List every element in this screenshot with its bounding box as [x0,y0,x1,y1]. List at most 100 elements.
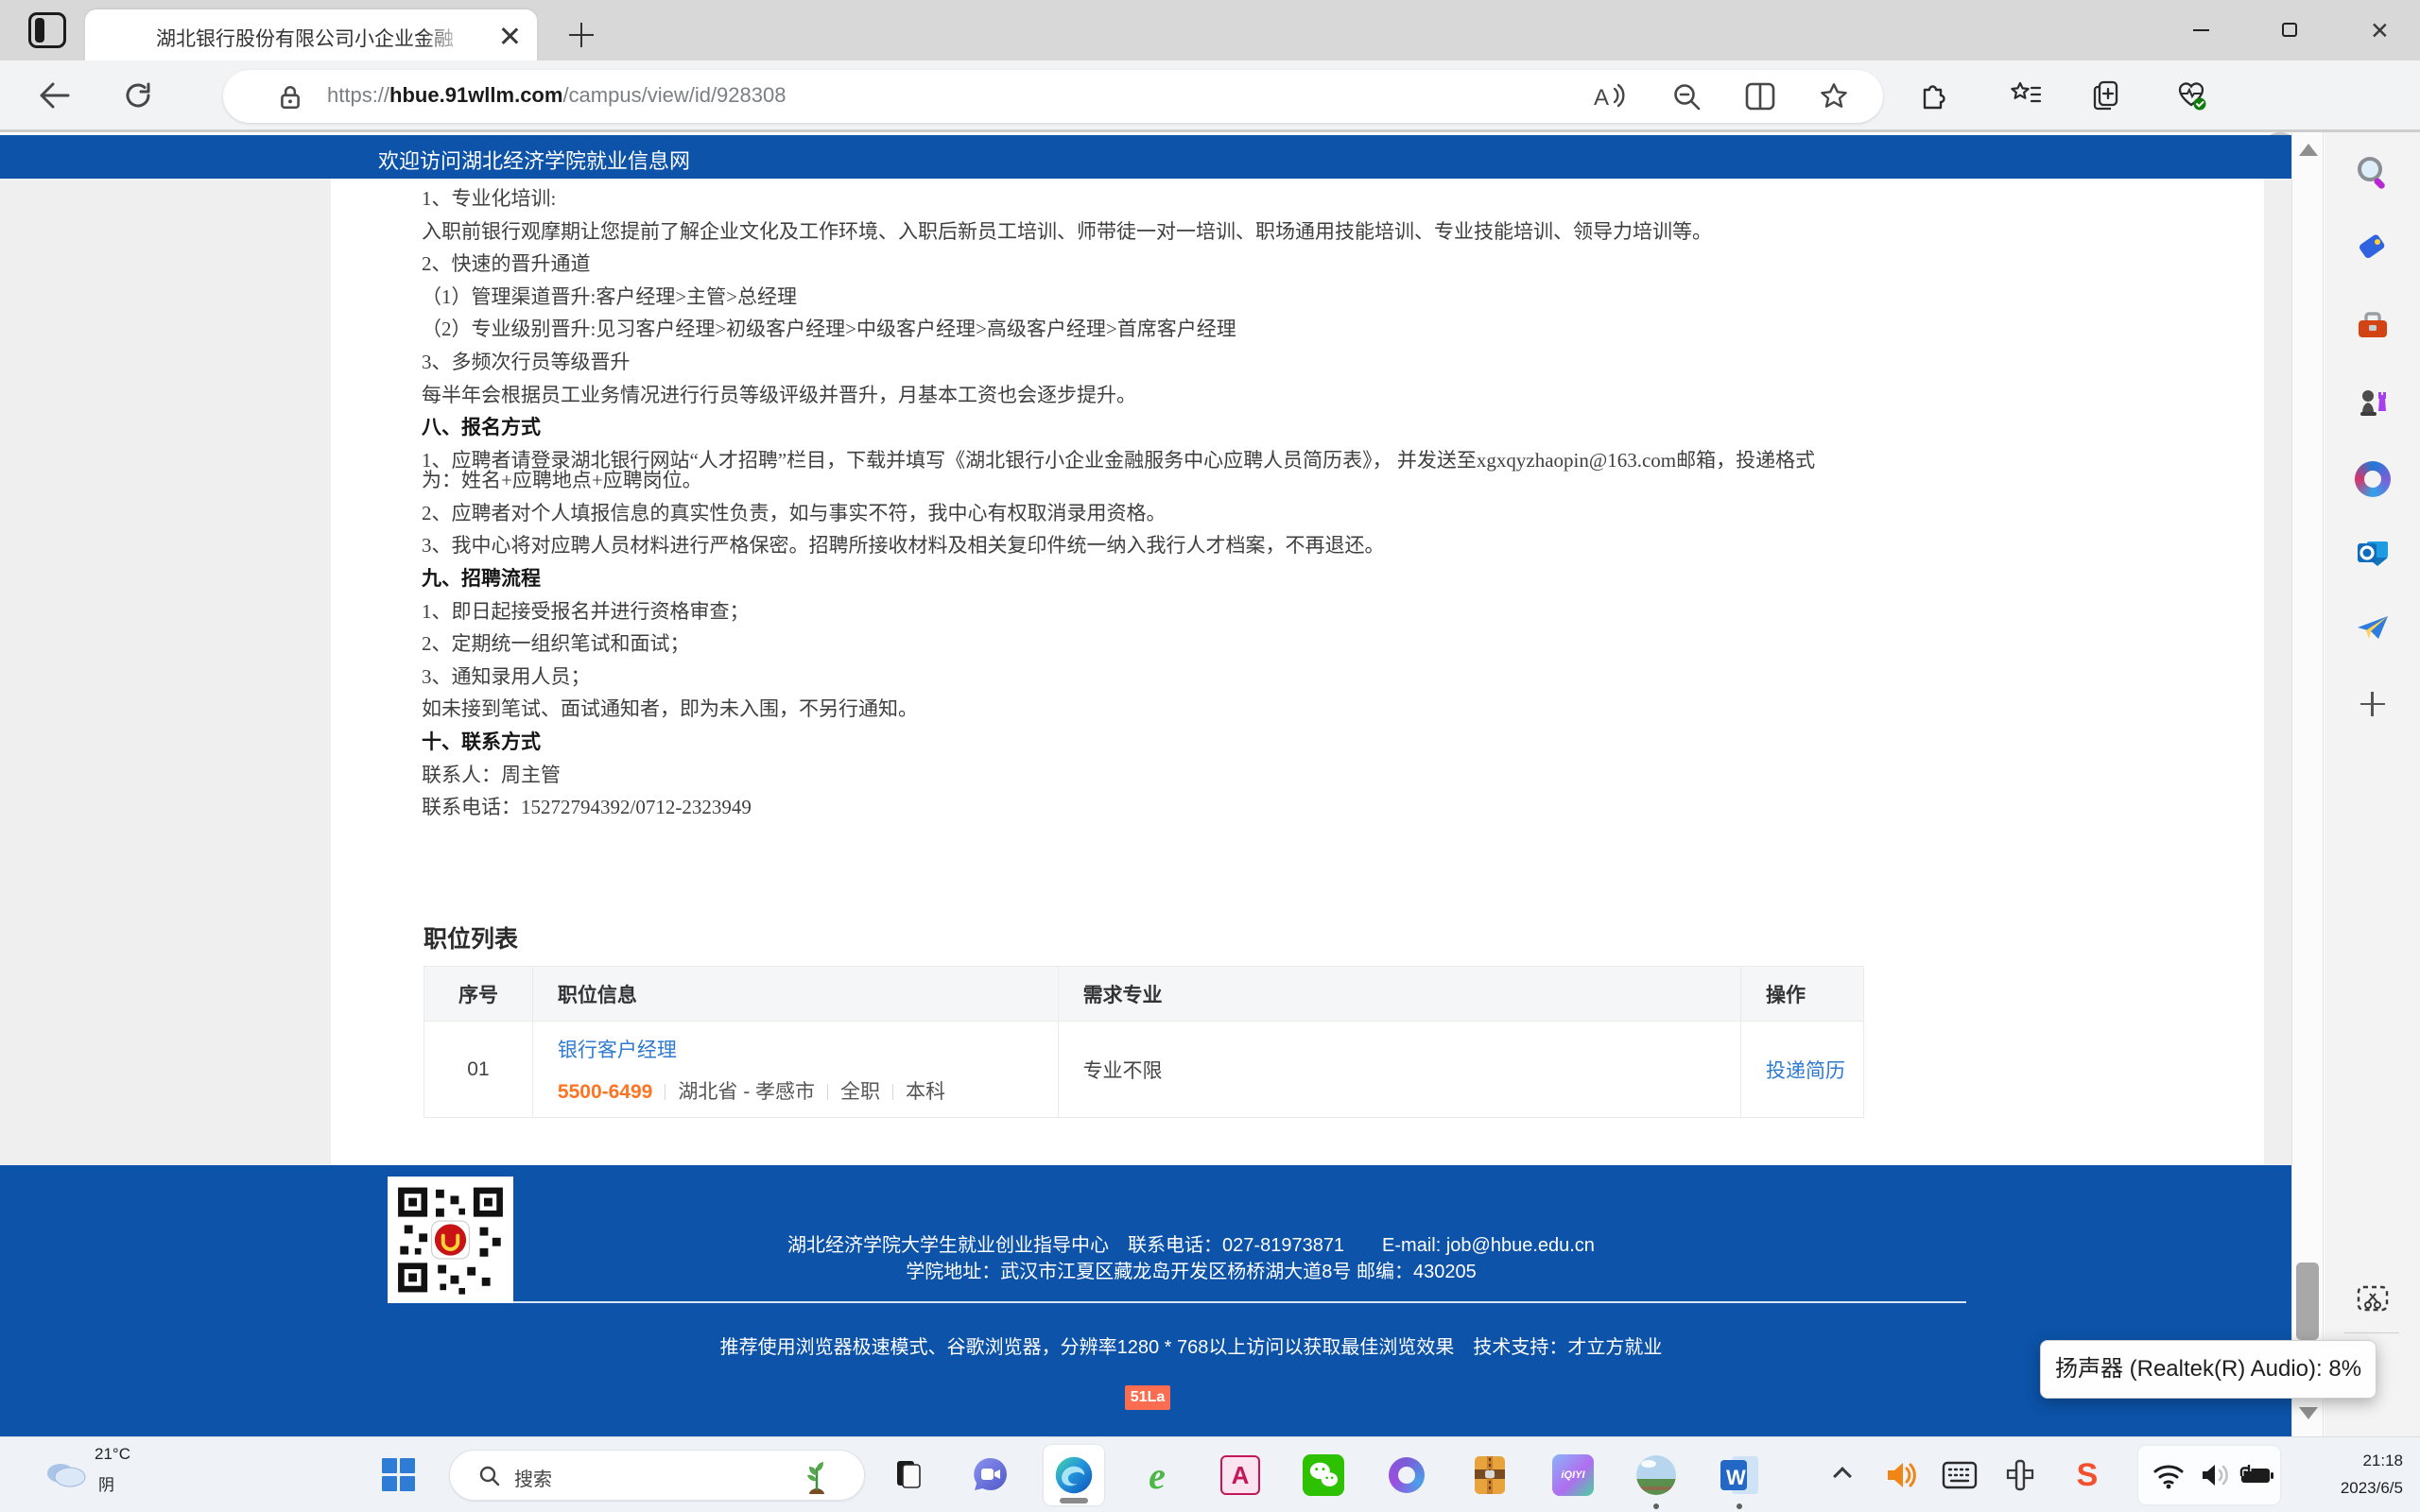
audio-console-tray-button[interactable] [1879,1454,1921,1496]
rail-divider [2344,1332,2399,1333]
touch-keyboard-button[interactable] [1939,1454,1980,1496]
header-major: 需求专业 [1057,966,1742,1022]
maximize-icon [2282,23,2297,37]
scroll-down-arrow-icon[interactable] [2299,1407,2318,1419]
zoom-button[interactable] [1666,76,1707,117]
article-paragraph: 每半年会根据员工业务情况进行行员等级评级并晋升，月基本工资也会逐步提升。 [422,383,1136,406]
back-button[interactable] [33,75,75,116]
sidebar-tools-button[interactable] [2351,304,2394,348]
edge-taskbar-button[interactable] [1053,1454,1095,1496]
window-maximize-button[interactable] [2256,0,2324,59]
tray-overflow-chevron[interactable] [1833,1467,1852,1486]
article-paragraph: （1）管理渠道晋升:客户经理>主管>总经理 [422,284,798,308]
word-taskbar-button[interactable]: W [1719,1454,1760,1496]
url-text[interactable]: https://hbue.91wllm.com/campus/view/id/9… [327,83,786,108]
site-footer: 湖北经济学院大学生就业创业指导中心 联系电话：027-81973871 E-ma… [0,1165,2291,1436]
new-tab-button[interactable] [569,23,594,47]
meta-divider [827,1083,829,1100]
outlook-icon [2357,541,2388,566]
sidebar-outlook-button[interactable] [2351,531,2394,575]
apply-resume-link[interactable]: 投递简历 [1766,1060,1845,1082]
loop-taskbar-button[interactable] [1386,1454,1427,1496]
51la-stat-badge[interactable]: 51La [1125,1385,1170,1410]
tab-actions-menu-icon[interactable] [28,12,66,48]
address-bar[interactable]: https://hbue.91wllm.com/campus/view/id/9… [223,70,1883,123]
landscape-photo-icon [1636,1455,1676,1495]
ie-taskbar-button[interactable]: e [1136,1454,1178,1497]
sidebar-m365-button[interactable] [2351,457,2394,501]
wifi-tray-button[interactable] [2148,1454,2189,1496]
taskbar-search-box[interactable]: 搜索 [449,1450,865,1501]
toolbox-icon [2358,312,2387,337]
collections-button[interactable] [2087,75,2129,116]
battery-charging-icon [2239,1465,2273,1483]
start-button[interactable] [382,1458,416,1492]
sidebar-search-button[interactable] [2351,151,2394,195]
footer-divider [513,1301,1966,1303]
access-logo: A [1220,1455,1260,1495]
url-host: hbue.91wllm.com [389,83,563,107]
article-paragraph: 1、即日起接受报名并进行资格审查； [422,599,750,623]
page-scrollbar[interactable] [2291,132,2324,1436]
sidebar-shopping-button[interactable] [2351,228,2394,271]
task-view-button[interactable] [887,1454,928,1496]
table-row: 01 银行客户经理 5500-6499 湖北省 - 孝感市 全职 本科 专业不限 投递… [424,1021,1864,1118]
scroll-up-arrow-icon[interactable] [2299,144,2318,156]
url-path: /campus/view/id/928308 [562,83,786,107]
window-minimize-button[interactable] [2167,0,2235,59]
edge-logo-icon [1055,1456,1093,1494]
search-placeholder: 搜索 [514,1469,552,1490]
weather-widget[interactable] [42,1452,89,1495]
browser-toolbar: https://hbue.91wllm.com/campus/view/id/9… [0,60,2420,176]
job-title-link[interactable]: 银行客户经理 [558,1040,677,1061]
iqiyi-taskbar-button[interactable]: iQIYI [1552,1454,1594,1496]
article-paragraph: 2、定期统一组织笔试和面试； [422,632,690,656]
sidebar-customize-button[interactable] [2360,692,2385,716]
teams-chat-button[interactable] [970,1454,1011,1496]
article-paragraph: 2、应聘者对个人填报信息的真实性负责，如与事实不符，我中心有权取消录用资格。 [422,501,1167,524]
sogou-ime-button[interactable]: S [2066,1454,2108,1496]
clock-date: 2023/6/5 [2340,1479,2403,1497]
browser-essentials-button[interactable] [2170,75,2212,116]
battery-tray-button[interactable] [2237,1454,2278,1496]
welcome-banner-link[interactable]: 欢迎访问湖北经济学院就业信息网 [378,145,690,175]
photo-app-taskbar-button[interactable] [1635,1454,1677,1496]
zoom-out-icon [1674,84,1701,111]
article-paragraph: 入职前银行观摩期让您提前了解企业文化及工作环境、入职后新员工培训、师带徒一对一培… [422,219,1712,243]
wechat-taskbar-button[interactable] [1303,1454,1344,1496]
sogou-logo-glyph: S [2076,1456,2099,1493]
volume-tray-button[interactable] [2195,1454,2237,1496]
sidebar-games-button[interactable] [2351,380,2394,423]
url-scheme: https:// [327,83,390,107]
access-taskbar-button[interactable]: A [1219,1454,1261,1496]
split-screen-icon [1745,82,1775,111]
scrollbar-thumb[interactable] [2296,1263,2319,1340]
favorite-this-page-button[interactable] [1813,76,1855,117]
edge-running-indicator [1060,1498,1088,1503]
browser-tab-bar: 湖北银行股份有限公司小企业金融 [0,0,2420,60]
split-screen-button[interactable] [1739,76,1781,117]
refresh-button[interactable] [117,75,159,116]
read-aloud-button[interactable]: A [1588,76,1630,117]
table-header-row: 序号 职位信息 需求专业 操作 [424,966,1864,1022]
minimize-icon [2193,29,2209,32]
hardware-tray-button[interactable] [1999,1454,2041,1496]
sidebar-screenshot-button[interactable] [2351,1278,2394,1321]
window-close-button[interactable] [2344,0,2412,59]
article-paragraph: （2）专业级别晋升:见习客户经理>初级客户经理>中级客户经理>高级客户经理>首席… [422,318,1236,341]
zip-tool-taskbar-button[interactable] [1469,1454,1511,1496]
taskbar: 21°C 阴 搜索 e A iQIYI W S 21:18 2023/6/5 [0,1436,2420,1512]
lock-icon[interactable] [278,84,302,115]
tab-close-icon[interactable] [499,26,520,46]
favorites-button[interactable] [2004,75,2046,116]
browser-essentials-icon [2178,82,2206,111]
article-paragraph: 联系人：周主管 [422,763,561,786]
tab-title-fade [424,19,480,53]
sidebar-drop-button[interactable] [2351,606,2394,649]
meta-divider [665,1083,666,1100]
browser-tab[interactable]: 湖北银行股份有限公司小企业金融 [85,9,537,60]
extensions-button[interactable] [1913,75,1955,116]
job-article-body: 1、专业化培训: 入职前银行观摩期让您提前了解企业文化及工作环境、入职后新员工培… [422,188,1855,831]
article-heading: 八、报名方式 [422,416,541,439]
taskbar-clock[interactable]: 21:18 2023/6/5 [2297,1447,2403,1502]
